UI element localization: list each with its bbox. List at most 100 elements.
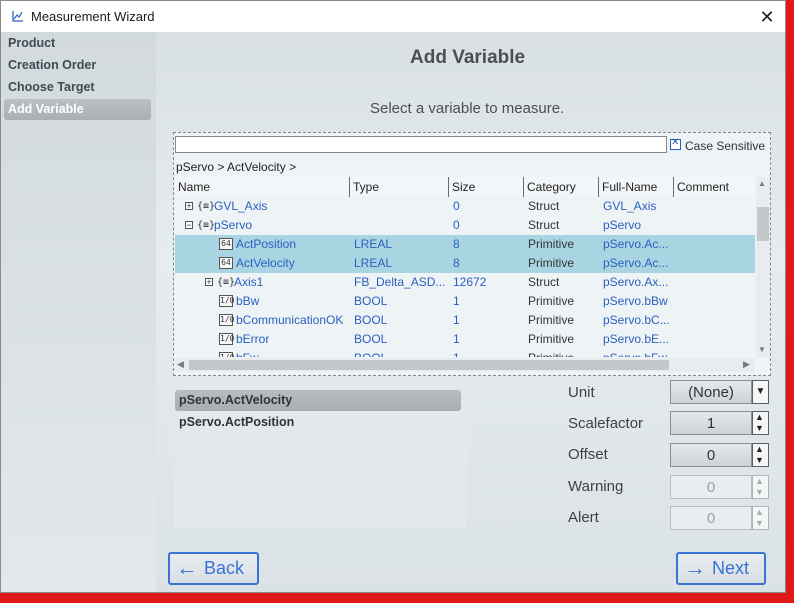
wizard-content: Product Creation Order Choose Target Add… xyxy=(1,32,785,592)
scroll-right-icon[interactable]: ▶ xyxy=(743,359,750,370)
search-input[interactable] xyxy=(175,136,667,153)
struct-icon: {≡} xyxy=(217,277,236,288)
increment-icon[interactable]: ▲ xyxy=(755,413,764,422)
case-sensitive-checkbox[interactable] xyxy=(670,137,681,150)
sidebar-item-creation-order[interactable]: Creation Order xyxy=(4,55,151,76)
table-row[interactable]: 64 ActVelocity LREAL 8 Primitive pServo.Ac... xyxy=(175,254,755,273)
cell-type: BOOL xyxy=(354,349,387,357)
vertical-scrollbar[interactable]: ▲ ▼ xyxy=(756,177,770,357)
cell-name: pServo xyxy=(214,218,253,232)
sidebar-item-add-variable[interactable]: Add Variable xyxy=(4,99,151,120)
cell-type: FB_Delta_ASD... xyxy=(354,275,446,289)
cell-size: 12672 xyxy=(453,275,487,289)
increment-icon[interactable]: ▲ xyxy=(755,445,764,454)
expand-icon[interactable]: + xyxy=(185,202,193,211)
sidebar-item-product[interactable]: Product xyxy=(4,33,151,54)
cell-category: Primitive xyxy=(528,294,575,308)
cell-name: bCommunicationOK xyxy=(236,313,344,327)
scalefactor-stepper[interactable]: ▲ ▼ xyxy=(752,411,769,435)
cell-category: Struct xyxy=(528,218,560,232)
cell-category: Struct xyxy=(528,275,560,289)
cell-full-name: pServo.bBw xyxy=(603,294,668,308)
warning-field: 0 xyxy=(670,475,752,499)
table-row[interactable]: − {≡} pServo 0 Struct pServo xyxy=(175,216,755,235)
cell-full-name: GVL_Axis xyxy=(603,199,657,213)
arrow-right-icon: → xyxy=(684,555,706,580)
back-button-label: Back xyxy=(204,558,245,578)
page-subtitle: Select a variable to measure. xyxy=(370,100,565,117)
breadcrumb[interactable]: pServo > ActVelocity > xyxy=(176,160,296,174)
alert-label: Alert xyxy=(568,509,599,526)
scalefactor-field[interactable]: 1 xyxy=(670,411,752,435)
cell-category: Struct xyxy=(528,199,560,213)
table-header: Name Type Size Category Full-Name Commen… xyxy=(175,177,755,197)
list-item[interactable]: pServo.ActVelocity xyxy=(175,390,461,411)
cell-full-name: pServo.Ax... xyxy=(603,275,669,289)
increment-icon: ▲ xyxy=(755,507,764,517)
table-row[interactable]: 64 ActPosition LREAL 8 Primitive pServo.Ac... xyxy=(175,235,755,254)
cell-name: bBw xyxy=(236,294,260,308)
cell-full-name: pServo.Ac... xyxy=(603,237,669,251)
column-header-comment[interactable]: Comment xyxy=(674,177,755,197)
vertical-scroll-thumb[interactable] xyxy=(757,207,769,241)
column-header-full-name[interactable]: Full-Name xyxy=(599,177,674,197)
cell-type: BOOL xyxy=(354,294,388,308)
horizontal-scrollbar[interactable]: ◀ ▶ xyxy=(175,358,755,372)
chart-icon xyxy=(12,11,23,22)
next-button[interactable]: → Next xyxy=(676,552,766,585)
cell-type: LREAL xyxy=(354,256,393,270)
cell-name: bFw xyxy=(236,349,259,357)
column-header-category[interactable]: Category xyxy=(524,177,599,197)
cell-category: Primitive xyxy=(528,313,575,327)
column-header-type[interactable]: Type xyxy=(350,177,449,197)
decrement-icon[interactable]: ▼ xyxy=(755,424,764,433)
table-row[interactable]: 1/0bFw BOOL 1 Primitive pServo.bFw xyxy=(175,349,755,357)
cell-full-name: pServo.bE... xyxy=(603,332,670,346)
bool-type-icon: 1/0 xyxy=(219,333,235,345)
cell-size: 8 xyxy=(453,237,460,251)
collapse-icon[interactable]: − xyxy=(185,221,193,230)
table-row[interactable]: + {≡} GVL_Axis 0 Struct GVL_Axis xyxy=(175,197,755,216)
struct-icon: {≡} xyxy=(197,220,216,231)
scroll-down-icon[interactable]: ▼ xyxy=(758,345,766,354)
column-header-name[interactable]: Name xyxy=(175,177,350,197)
back-button[interactable]: ← Back xyxy=(168,552,259,585)
scroll-up-icon[interactable]: ▲ xyxy=(758,179,766,188)
offset-field[interactable]: 0 xyxy=(670,443,752,467)
offset-stepper[interactable]: ▲ ▼ xyxy=(752,443,769,467)
case-sensitive-label: Case Sensitive xyxy=(685,139,766,153)
cell-name: bError xyxy=(236,332,270,346)
close-button[interactable]: ✕ xyxy=(753,5,781,29)
decrement-icon[interactable]: ▼ xyxy=(755,456,764,465)
table-row[interactable]: + {≡} Axis1 FB_Delta_ASD... 12672 Struct pServ… xyxy=(175,273,755,292)
cell-size: 8 xyxy=(453,256,460,270)
column-header-size[interactable]: Size xyxy=(449,177,524,197)
horizontal-scroll-thumb[interactable] xyxy=(189,360,669,370)
table-row[interactable]: 1/0 bError BOOL 1 Primitive pServo.bE... xyxy=(175,330,755,349)
bool-type-icon: 1/0 xyxy=(219,295,235,307)
lreal-type-icon: 64 xyxy=(219,257,233,269)
cell-full-name: pServo.bFw xyxy=(603,349,667,357)
scroll-left-icon[interactable]: ◀ xyxy=(177,359,184,370)
sidebar-item-choose-target[interactable]: Choose Target xyxy=(4,77,151,98)
cell-size: 1 xyxy=(453,332,460,346)
list-item[interactable]: pServo.ActPosition xyxy=(175,412,461,433)
alert-stepper: ▲ ▼ xyxy=(752,506,769,530)
cell-name: ActVelocity xyxy=(236,256,295,270)
page-title: Add Variable xyxy=(410,47,526,68)
chevron-down-icon[interactable]: ▼ xyxy=(752,380,769,404)
table-row[interactable]: 1/0 bBw BOOL 1 Primitive pServo.bBw xyxy=(175,292,755,311)
struct-icon: {≡} xyxy=(197,201,216,212)
measurement-wizard-window: Measurement Wizard ✕ Product Creation Or… xyxy=(0,0,786,593)
cell-name: Axis1 xyxy=(234,275,264,289)
unit-select[interactable]: (None) xyxy=(670,380,752,404)
cell-name: GVL_Axis xyxy=(214,199,268,213)
selected-variables-list: pServo.ActVelocity pServo.ActPosition xyxy=(174,388,467,528)
cell-size: 1 xyxy=(453,313,460,327)
expand-icon[interactable]: + xyxy=(205,278,213,287)
warning-label: Warning xyxy=(568,478,624,495)
cell-type: LREAL xyxy=(354,237,393,251)
bool-type-icon: 1/0 xyxy=(219,352,234,357)
table-row[interactable]: 1/0 bCommunicationOK BOOL 1 Primitive pServo.… xyxy=(175,311,755,330)
decrement-icon: ▼ xyxy=(755,518,764,528)
